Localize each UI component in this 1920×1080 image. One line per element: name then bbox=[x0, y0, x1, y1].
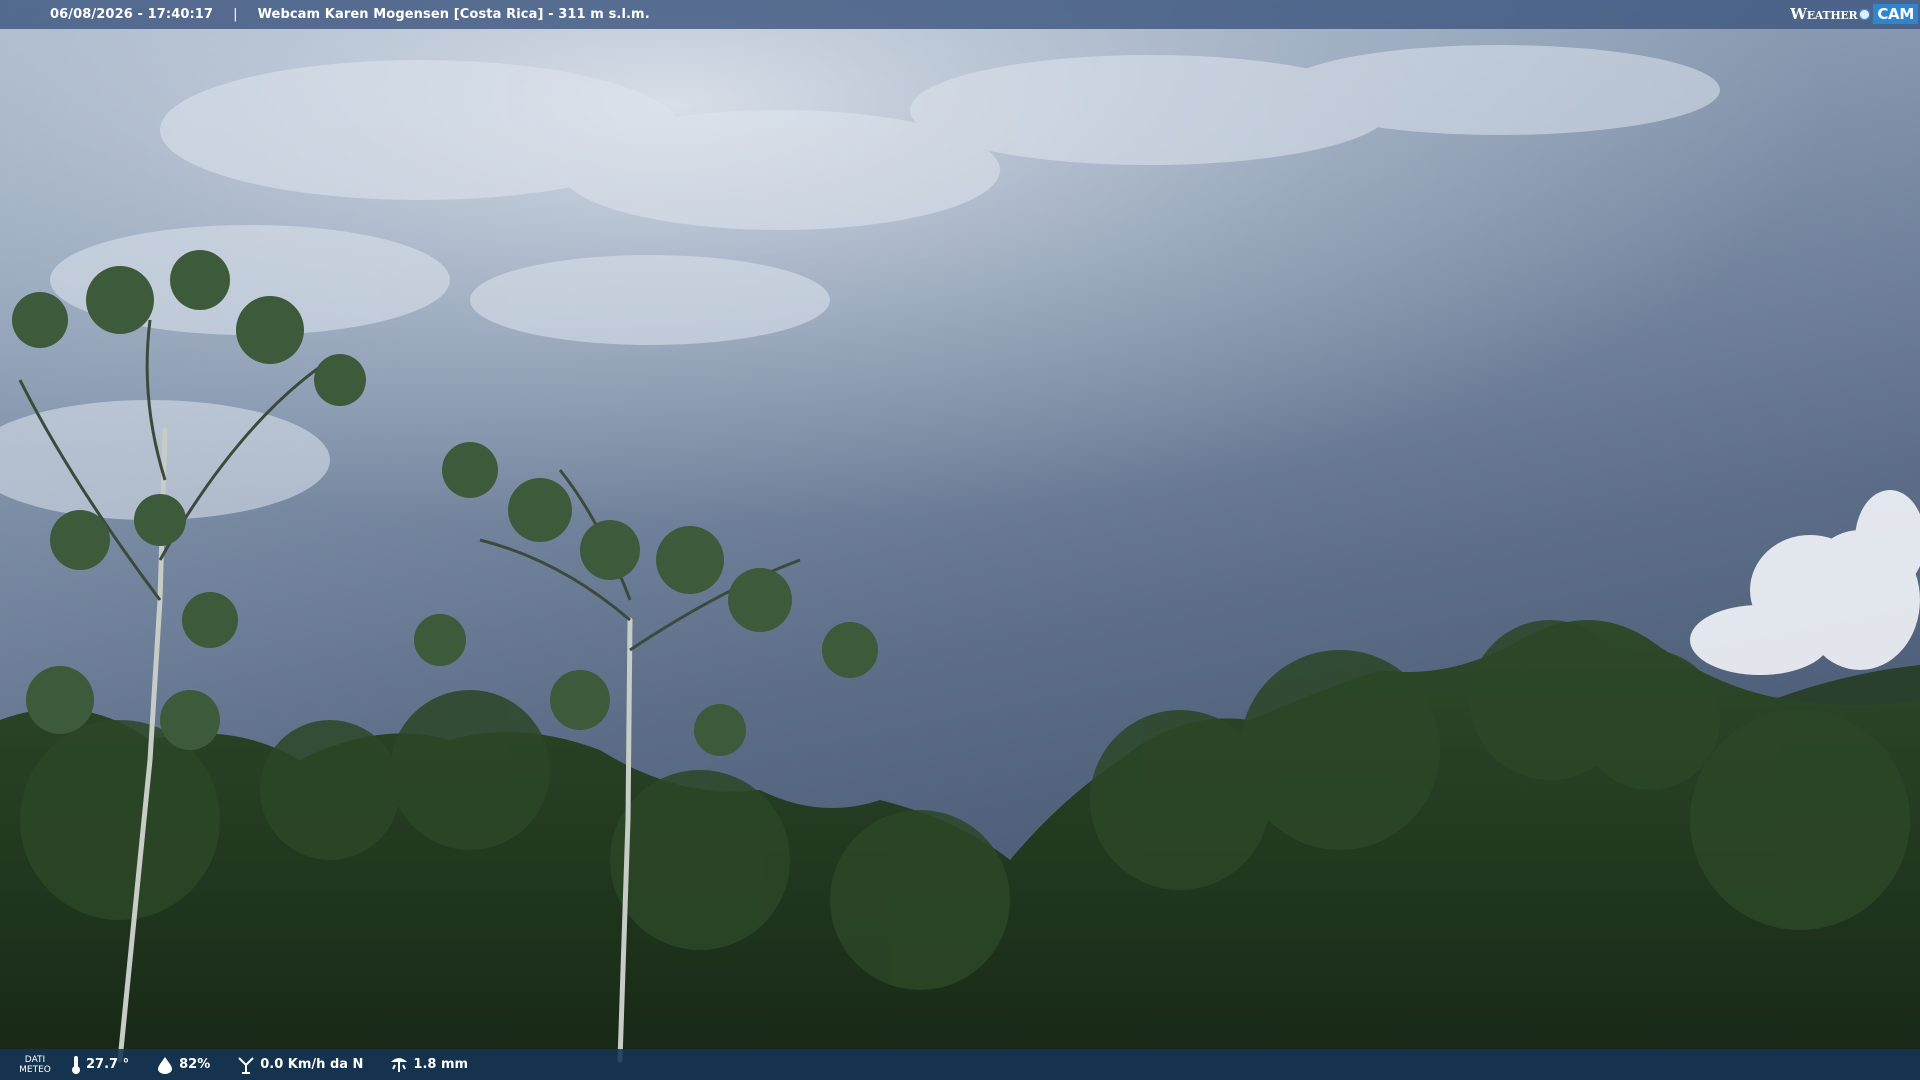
weathercam-logo: Weather CAM bbox=[1790, 2, 1918, 26]
dati-line: DATI bbox=[24, 1054, 46, 1065]
dati-meteo-label: DATI METEO bbox=[0, 1055, 70, 1075]
meteo-line: METEO bbox=[19, 1064, 51, 1075]
wind-value: 0.0 Km/h da N bbox=[260, 1057, 364, 1072]
logo-cam-text: CAM bbox=[1873, 4, 1918, 24]
wind-vane-icon bbox=[238, 1056, 254, 1074]
header-separator: | bbox=[233, 7, 238, 22]
station-label: Webcam Karen Mogensen [Costa Rica] - 311… bbox=[257, 7, 650, 22]
info-header: 06/08/2026 - 17:40:17 | Webcam Karen Mog… bbox=[0, 0, 1920, 29]
webcam-view: 06/08/2026 - 17:40:17 | Webcam Karen Mog… bbox=[0, 0, 1920, 1080]
rain-readout: 1.8 mm bbox=[389, 1056, 468, 1074]
temperature-readout: 27.7 ° bbox=[70, 1055, 129, 1075]
logo-globe-icon bbox=[1859, 8, 1871, 20]
wind-readout: 0.0 Km/h da N bbox=[236, 1056, 363, 1074]
humidity-value: 82% bbox=[179, 1057, 211, 1072]
thermometer-icon bbox=[72, 1055, 80, 1074]
logo-weather-text: Weather bbox=[1790, 5, 1858, 23]
humidity-drop-icon bbox=[158, 1056, 173, 1074]
webcam-image bbox=[0, 0, 1920, 1080]
rain-gauge-icon bbox=[391, 1057, 408, 1072]
temperature-value: 27.7 ° bbox=[86, 1057, 130, 1072]
weather-data-footer: DATI METEO 27.7 ° 82% 0.0 Km/h da N 1.8 … bbox=[0, 1049, 1920, 1080]
rain-value: 1.8 mm bbox=[413, 1057, 469, 1072]
datetime-label: 06/08/2026 - 17:40:17 bbox=[50, 7, 214, 22]
humidity-readout: 82% bbox=[155, 1056, 210, 1074]
